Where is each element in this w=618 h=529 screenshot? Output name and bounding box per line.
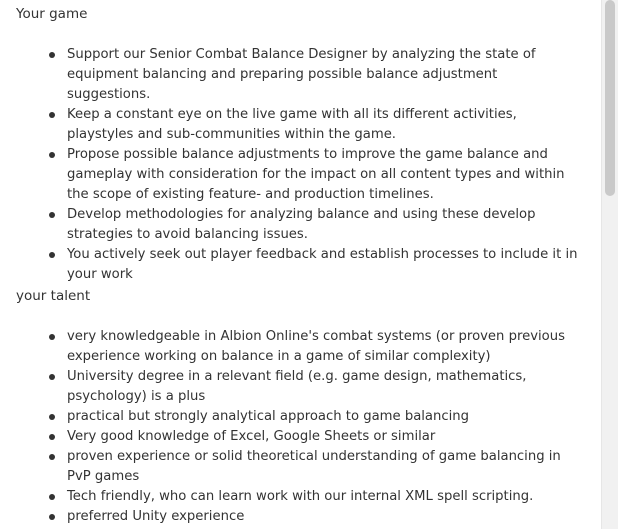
- list-item-text: You actively seek out player feedback an…: [67, 247, 578, 282]
- bullet-icon: [49, 374, 55, 380]
- bullet-icon: [49, 112, 55, 118]
- list-item-text: Develop methodologies for analyzing bala…: [67, 207, 536, 242]
- list-item: You actively seek out player feedback an…: [16, 245, 581, 285]
- list-item: Propose possible balance adjustments to …: [16, 145, 581, 205]
- bullet-icon: [49, 454, 55, 460]
- section-title-your-game: Your game: [16, 6, 88, 22]
- list-item-text: Propose possible balance adjustments to …: [67, 147, 565, 202]
- bullet-icon: [49, 252, 55, 258]
- list-item: very knowledgeable in Albion Online's co…: [16, 327, 581, 367]
- list-item-text: very knowledgeable in Albion Online's co…: [67, 329, 565, 364]
- bullet-icon: [49, 334, 55, 340]
- list-item-text: proven experience or solid theoretical u…: [67, 449, 561, 484]
- bullet-icon: [49, 52, 55, 58]
- your-talent-list: very knowledgeable in Albion Online's co…: [16, 327, 581, 527]
- bullet-icon: [49, 414, 55, 420]
- bullet-icon: [49, 434, 55, 440]
- vertical-scrollbar[interactable]: [601, 0, 618, 529]
- list-item-text: practical but strongly analytical approa…: [67, 409, 470, 424]
- list-item: practical but strongly analytical approa…: [16, 407, 581, 427]
- section-title-your-talent: your talent: [16, 288, 91, 304]
- list-item: Develop methodologies for analyzing bala…: [16, 205, 581, 245]
- list-item-text: Support our Senior Combat Balance Design…: [67, 47, 536, 102]
- list-item: Tech friendly, who can learn work with o…: [16, 487, 581, 507]
- bullet-icon: [49, 494, 55, 500]
- list-item-text: preferred Unity experience: [67, 509, 245, 524]
- list-item-text: Very good knowledge of Excel, Google She…: [67, 429, 436, 444]
- list-item: preferred Unity experience: [16, 507, 581, 527]
- bullet-icon: [49, 152, 55, 158]
- list-item: Support our Senior Combat Balance Design…: [16, 45, 581, 105]
- list-item-text: University degree in a relevant field (e…: [67, 369, 527, 404]
- list-item: University degree in a relevant field (e…: [16, 367, 581, 407]
- your-game-list: Support our Senior Combat Balance Design…: [16, 45, 581, 285]
- list-item: proven experience or solid theoretical u…: [16, 447, 581, 487]
- list-item: Very good knowledge of Excel, Google She…: [16, 427, 581, 447]
- scrollbar-thumb[interactable]: [605, 0, 615, 196]
- bullet-icon: [49, 212, 55, 218]
- list-item: Keep a constant eye on the live game wit…: [16, 105, 581, 145]
- job-description-content: Your game Support our Senior Combat Bala…: [16, 0, 586, 529]
- list-item-text: Keep a constant eye on the live game wit…: [67, 107, 517, 142]
- bullet-icon: [49, 514, 55, 520]
- list-item-text: Tech friendly, who can learn work with o…: [67, 489, 534, 504]
